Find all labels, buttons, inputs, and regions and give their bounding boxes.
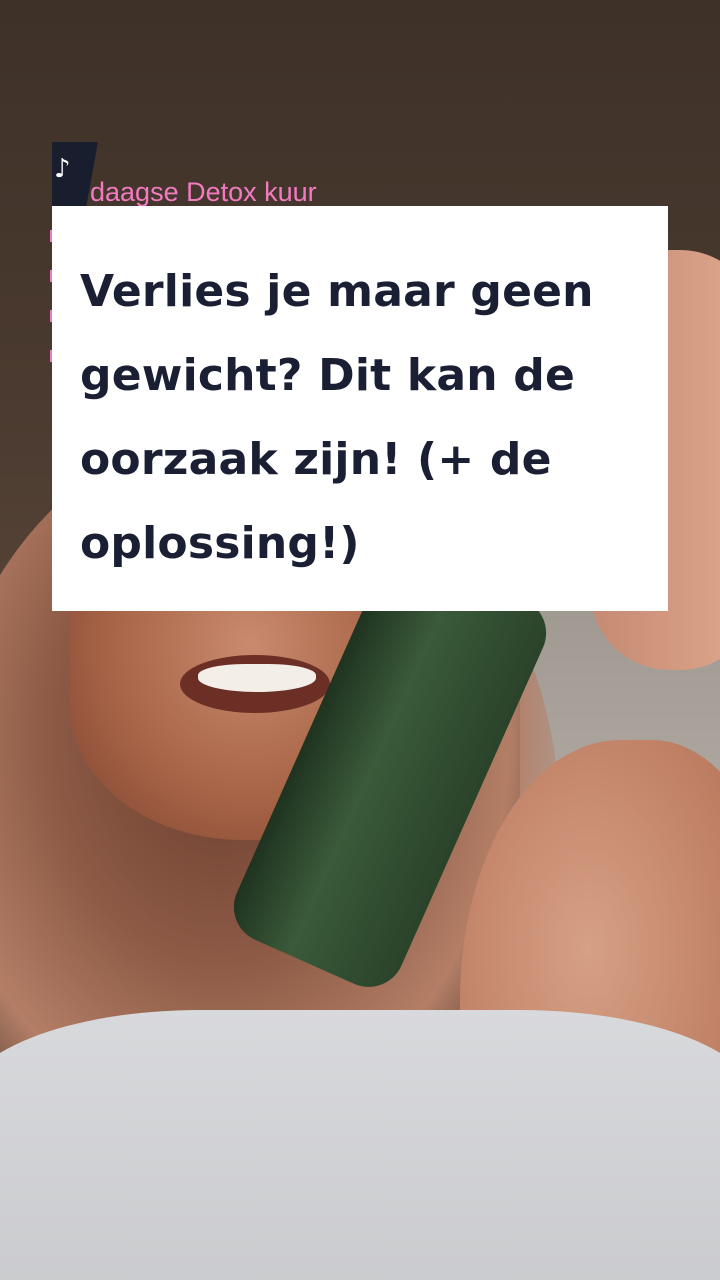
background-caption: daagse Detox kuur bbox=[90, 177, 317, 207]
teeth bbox=[198, 664, 316, 692]
headline-text: Verlies je maar geen gewicht? Dit kan de… bbox=[80, 266, 594, 569]
headline-card: Verlies je maar geen gewicht? Dit kan de… bbox=[52, 206, 668, 611]
video-frame: ♪ daagse Detox kuur bbox=[0, 0, 720, 1280]
logo-mark-icon: ♪ bbox=[54, 154, 71, 184]
sweater bbox=[0, 1010, 720, 1280]
